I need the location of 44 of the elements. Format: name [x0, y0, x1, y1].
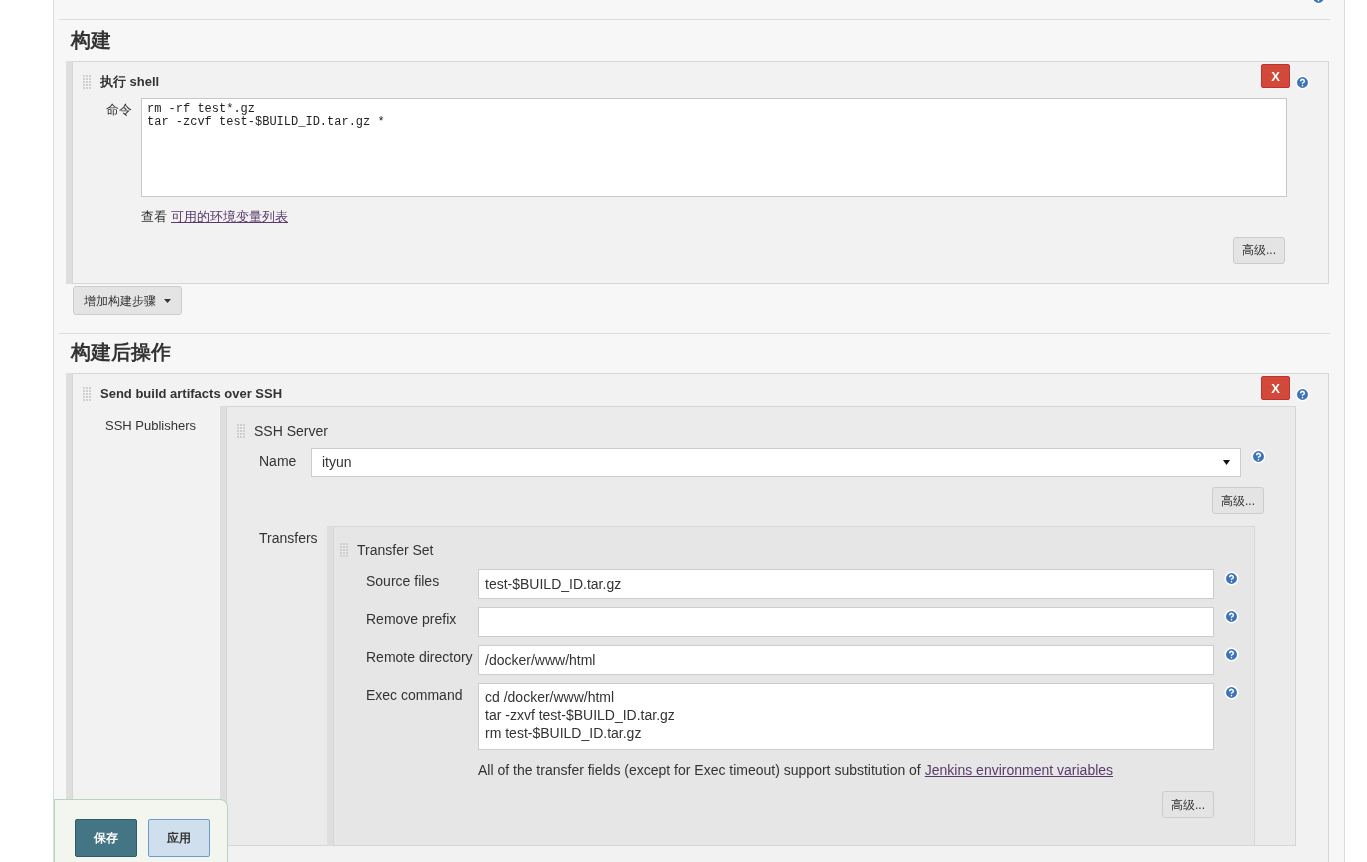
- name-select[interactable]: ityun: [311, 448, 1241, 477]
- command-textarea[interactable]: rm -rf test*.gz tar -zcvf test-$BUILD_ID.tar.gz *: [141, 98, 1287, 197]
- field-label: 命令: [105, 101, 133, 119]
- help-icon[interactable]: [1224, 571, 1239, 586]
- step-title: 执行 shell: [100, 73, 160, 92]
- help-icon[interactable]: [1224, 685, 1239, 700]
- advanced-button[interactable]: 高级...: [1212, 487, 1264, 514]
- drag-handle-icon[interactable]: [237, 424, 246, 439]
- transfer-set-title: Transfer Set: [357, 541, 434, 560]
- drag-handle-icon[interactable]: [83, 386, 92, 402]
- help-icon[interactable]: [1295, 74, 1310, 90]
- section-heading: 构建: [71, 28, 112, 52]
- note-text: All of the transfer fields (except for Exec timeout) support substitution of: [478, 761, 921, 780]
- dropdown-arrow-icon: [1223, 460, 1230, 465]
- delete-button[interactable]: X: [1261, 376, 1290, 401]
- field-label: Remote directory: [365, 648, 474, 667]
- drag-handle-icon[interactable]: [83, 74, 92, 90]
- field-label: Exec command: [365, 686, 464, 705]
- text-input[interactable]: test-$BUILD_ID.tar.gz: [478, 569, 1214, 599]
- text-input[interactable]: /docker/www/html: [478, 645, 1214, 675]
- help-icon[interactable]: [1224, 609, 1239, 624]
- field-label: Source files: [365, 572, 441, 591]
- hint-text: 查看: [141, 208, 167, 226]
- add-step-dropdown[interactable]: 增加构建步骤: [73, 286, 182, 315]
- caret-icon: [164, 298, 171, 303]
- help-icon[interactable]: [1295, 386, 1310, 402]
- field-label: Name: [258, 452, 298, 471]
- server-title: SSH Server: [254, 422, 328, 441]
- save-button[interactable]: 保存: [75, 819, 137, 857]
- help-icon[interactable]: [1224, 647, 1239, 662]
- step-title: Send build artifacts over SSH: [100, 385, 283, 404]
- env-variables-link[interactable]: 可用的环境变量列表: [171, 207, 288, 227]
- section-heading: 构建后操作: [71, 340, 172, 364]
- apply-button[interactable]: 应用: [148, 819, 210, 857]
- env-variables-link[interactable]: Jenkins environment variables: [924, 760, 1114, 781]
- advanced-button[interactable]: 高级...: [1233, 236, 1285, 264]
- exec-command-textarea[interactable]: cd /docker/www/html tar -zxvf test-$BUILD_ID.tar.gz rm test-$BUILD_ID.tar.gz: [478, 683, 1214, 750]
- delete-button[interactable]: X: [1261, 64, 1290, 89]
- field-label: SSH Publishers: [104, 417, 198, 435]
- help-icon[interactable]: [1251, 449, 1266, 464]
- field-label: Transfers: [258, 529, 319, 548]
- field-label: Remove prefix: [365, 610, 458, 629]
- advanced-button[interactable]: 高级...: [1162, 791, 1214, 818]
- text-input[interactable]: [478, 607, 1214, 637]
